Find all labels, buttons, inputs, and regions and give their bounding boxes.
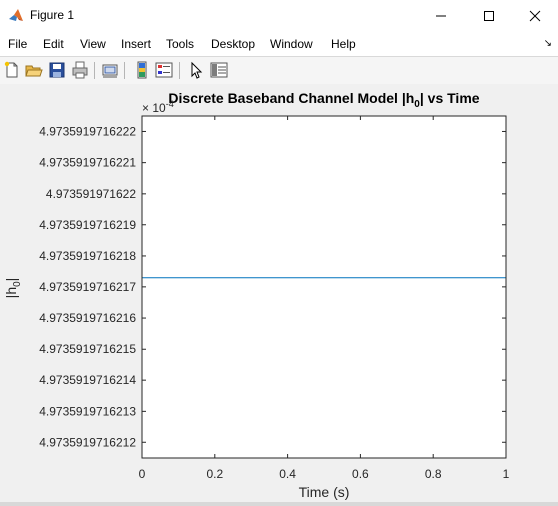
y-exponent-base: × 10 <box>142 101 166 115</box>
maximize-button[interactable] <box>466 0 512 32</box>
insert-legend-icon[interactable] <box>155 61 173 79</box>
y-tick-label: 4.9735919716215 <box>39 342 136 356</box>
minimize-icon <box>436 15 446 17</box>
open-file-icon[interactable] <box>25 61 43 79</box>
menu-tools[interactable]: Tools <box>166 37 194 51</box>
x-tick-label: 1 <box>503 467 510 481</box>
plot-svg[interactable]: 0 0.2 0.4 0.6 0.8 1 4.9735919716212 4.97359197… <box>0 84 558 502</box>
y-tick-label: 4.9735919716216 <box>39 311 136 325</box>
chart-title-main: Discrete Baseband Channel Model |h <box>168 90 414 106</box>
y-tick-label: 4.9735919716218 <box>39 249 136 263</box>
menu-help[interactable]: Help <box>331 37 356 51</box>
axes-background <box>142 116 506 458</box>
print-icon[interactable] <box>71 61 89 79</box>
matlab-logo-icon <box>9 9 23 21</box>
new-figure-icon[interactable] <box>3 61 21 79</box>
maximize-icon <box>484 11 494 21</box>
figure-area: 0 0.2 0.4 0.6 0.8 1 4.9735919716212 4.97359197… <box>0 84 558 502</box>
x-tick-label: 0.2 <box>206 467 223 481</box>
close-button[interactable] <box>512 0 558 32</box>
y-axis-label-suffix: | <box>3 278 19 282</box>
minimize-button[interactable] <box>418 0 464 32</box>
chart-title: Discrete Baseband Channel Model |h0| vs … <box>168 90 479 110</box>
menu-view[interactable]: View <box>80 37 106 51</box>
y-exponent-power: -4 <box>166 99 174 109</box>
menu-file[interactable]: File <box>8 37 27 51</box>
title-bar: Figure 1 <box>0 0 558 32</box>
menu-window[interactable]: Window <box>270 37 313 51</box>
status-bar <box>0 502 558 506</box>
x-tick-label: 0.4 <box>279 467 296 481</box>
chart-title-suffix: | vs Time <box>420 90 480 106</box>
y-tick-label: 4.9735919716213 <box>39 404 136 418</box>
property-inspector-icon[interactable] <box>210 61 228 79</box>
toolbar-separator <box>94 62 95 79</box>
y-axis-label-main: |h <box>3 287 19 298</box>
y-tick-label: 4.9735919716212 <box>39 435 136 449</box>
close-icon <box>529 10 541 22</box>
y-tick-label: 4.973591971622 <box>46 187 136 201</box>
y-tick-label: 4.9735919716217 <box>39 280 136 294</box>
save-icon[interactable] <box>48 61 66 79</box>
y-tick-label: 4.9735919716221 <box>39 156 136 170</box>
toolbar-separator <box>179 62 180 79</box>
x-tick-label: 0 <box>139 467 146 481</box>
y-tick-label: 4.9735919716214 <box>39 373 136 387</box>
menu-insert[interactable]: Insert <box>121 37 151 51</box>
toolbar-separator <box>124 62 125 79</box>
x-tick-label: 0.6 <box>352 467 369 481</box>
insert-colorbar-icon[interactable] <box>133 61 151 79</box>
link-plot-icon[interactable] <box>101 61 119 79</box>
menu-edit[interactable]: Edit <box>43 37 64 51</box>
y-tick-label: 4.9735919716219 <box>39 218 136 232</box>
y-exponent-label: × 10-4 <box>142 99 174 115</box>
x-tick-label: 0.8 <box>425 467 442 481</box>
menu-bar: File Edit View Insert Tools Desktop Wind… <box>0 32 558 56</box>
window-title: Figure 1 <box>30 8 75 22</box>
edit-plot-icon[interactable] <box>187 61 205 79</box>
y-axis-label: |h0| <box>3 278 23 299</box>
toolbar <box>0 56 558 85</box>
axes[interactable]: 0 0.2 0.4 0.6 0.8 1 4.9735919716212 4.97359197… <box>39 115 510 481</box>
menu-desktop[interactable]: Desktop <box>211 37 255 51</box>
x-axis-label: Time (s) <box>299 484 350 500</box>
y-tick-label: 4.9735919716222 <box>39 124 136 138</box>
dock-figure-icon[interactable]: ↘ <box>544 38 552 49</box>
